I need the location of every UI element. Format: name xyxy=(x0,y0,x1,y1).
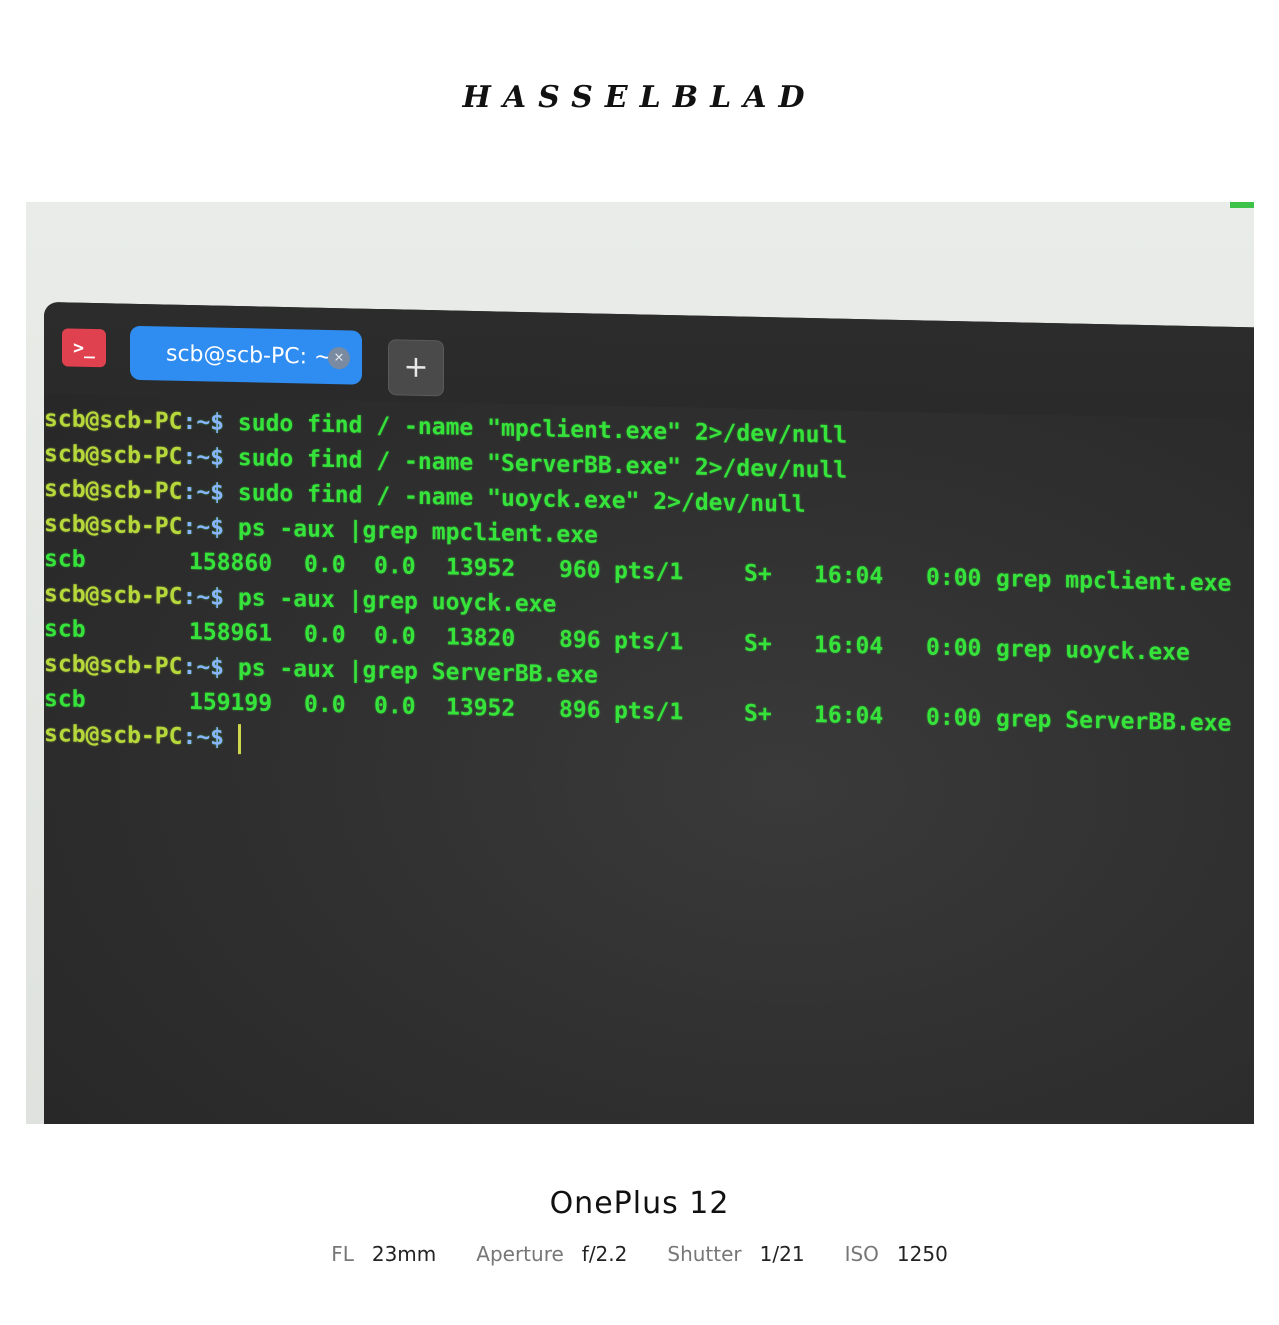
iso-label: ISO xyxy=(844,1242,879,1266)
process-tty: pts/1 xyxy=(614,627,684,656)
prompt-path: :~$ xyxy=(182,723,225,751)
process-start: 16:04 xyxy=(814,632,884,660)
prompt-path: :~$ xyxy=(182,408,225,436)
text-cursor xyxy=(237,723,241,754)
shutter-label: Shutter xyxy=(667,1242,742,1266)
process-cpu: 0.0 xyxy=(304,551,346,579)
prompt-user: scb@scb-PC xyxy=(44,441,183,470)
monitor-screen: >_ scb@scb-PC: ~ × + scb@scb-PC:~$ sudo … xyxy=(44,302,1254,1124)
terminal-output[interactable]: scb@scb-PC:~$ sudo find / -name "mpclien… xyxy=(44,402,1254,778)
prompt-path: :~$ xyxy=(182,513,225,541)
process-rss: 896 xyxy=(559,626,601,654)
terminal-titlebar: >_ scb@scb-PC: ~ × + xyxy=(44,302,1254,420)
prompt-user: scb@scb-PC xyxy=(44,581,183,610)
process-start: 16:04 xyxy=(814,702,884,730)
process-user: scb xyxy=(44,686,86,713)
exif-info: FL 23mm Aperture f/2.2 Shutter 1/21 ISO 1250 xyxy=(0,1242,1279,1266)
process-time: 0:00 xyxy=(926,564,982,592)
process-cmd: grep uoyck.exe xyxy=(996,635,1190,667)
process-pid: 158961 xyxy=(189,619,273,647)
process-user: scb xyxy=(44,546,86,573)
prompt-path: :~$ xyxy=(182,478,225,506)
process-tty: pts/1 xyxy=(614,557,684,586)
process-mem: 0.0 xyxy=(374,622,416,650)
process-tty: pts/1 xyxy=(614,697,684,726)
fl-label: FL xyxy=(331,1242,354,1266)
prompt-user: scb@scb-PC xyxy=(44,476,183,505)
process-start: 16:04 xyxy=(814,562,884,590)
tab-title: scb@scb-PC: ~ xyxy=(166,341,333,370)
process-pid: 158860 xyxy=(189,549,273,577)
shutter-value: 1/21 xyxy=(759,1242,805,1266)
process-stat: S+ xyxy=(744,560,772,588)
process-pid: 159199 xyxy=(189,689,273,717)
process-rss: 960 xyxy=(559,556,601,584)
prompt-user: scb@scb-PC xyxy=(44,511,183,540)
aperture-label: Aperture xyxy=(476,1242,564,1266)
process-cpu: 0.0 xyxy=(304,691,346,719)
prompt-path: :~$ xyxy=(182,443,225,471)
process-user: scb xyxy=(44,616,86,643)
new-tab-button[interactable]: + xyxy=(388,339,444,397)
command-text: ps -aux |grep uoyck.exe xyxy=(224,584,557,618)
process-vsz: 13820 xyxy=(446,624,516,652)
command-text: ps -aux |grep ServerBB.exe xyxy=(224,654,598,689)
tab-close-icon[interactable]: × xyxy=(328,346,350,370)
terminal-tab[interactable]: scb@scb-PC: ~ × xyxy=(130,325,362,385)
prompt-path: :~$ xyxy=(182,583,225,611)
process-time: 0:00 xyxy=(926,634,982,662)
iso-value: 1250 xyxy=(896,1242,948,1266)
photo: >_ scb@scb-PC: ~ × + scb@scb-PC:~$ sudo … xyxy=(26,202,1254,1124)
process-time: 0:00 xyxy=(926,704,982,732)
process-stat: S+ xyxy=(744,700,772,728)
aperture-value: f/2.2 xyxy=(581,1242,628,1266)
process-mem: 0.0 xyxy=(374,552,416,580)
process-stat: S+ xyxy=(744,630,772,658)
prompt-user: scb@scb-PC xyxy=(44,651,183,680)
fl-value: 23mm xyxy=(371,1242,437,1266)
process-cpu: 0.0 xyxy=(304,621,346,649)
process-rss: 896 xyxy=(559,696,601,724)
process-vsz: 13952 xyxy=(446,694,516,722)
terminal-app-icon[interactable]: >_ xyxy=(62,328,106,368)
prompt-path: :~$ xyxy=(182,653,225,681)
process-vsz: 13952 xyxy=(446,554,516,582)
background-green-strip xyxy=(1230,202,1254,208)
process-cmd: grep ServerBB.exe xyxy=(996,705,1232,737)
camera-model: OnePlus 12 xyxy=(549,1186,730,1221)
process-cmd: grep mpclient.exe xyxy=(996,565,1232,597)
process-mem: 0.0 xyxy=(374,692,416,720)
command-text: ps -aux |grep mpclient.exe xyxy=(224,514,598,549)
hasselblad-logo: HASSELBLAD xyxy=(462,80,817,115)
prompt-user: scb@scb-PC xyxy=(44,721,183,750)
prompt-user: scb@scb-PC xyxy=(44,406,183,435)
